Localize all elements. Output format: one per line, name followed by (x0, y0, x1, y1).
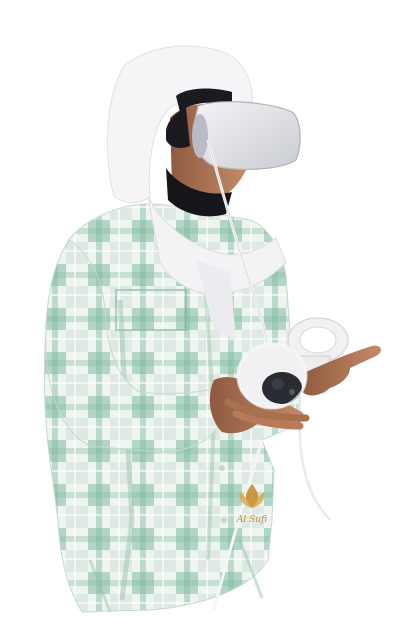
svg-text:Al Sufi: Al Sufi (236, 515, 267, 525)
left-controller (236, 342, 308, 410)
vr-headset (193, 101, 301, 170)
watermark-logo: Al Sufi (228, 482, 276, 526)
photo-scene: Al Sufi (0, 0, 407, 613)
jacket-button (219, 465, 225, 471)
person-with-vr-headset-illustration (43, 45, 381, 613)
